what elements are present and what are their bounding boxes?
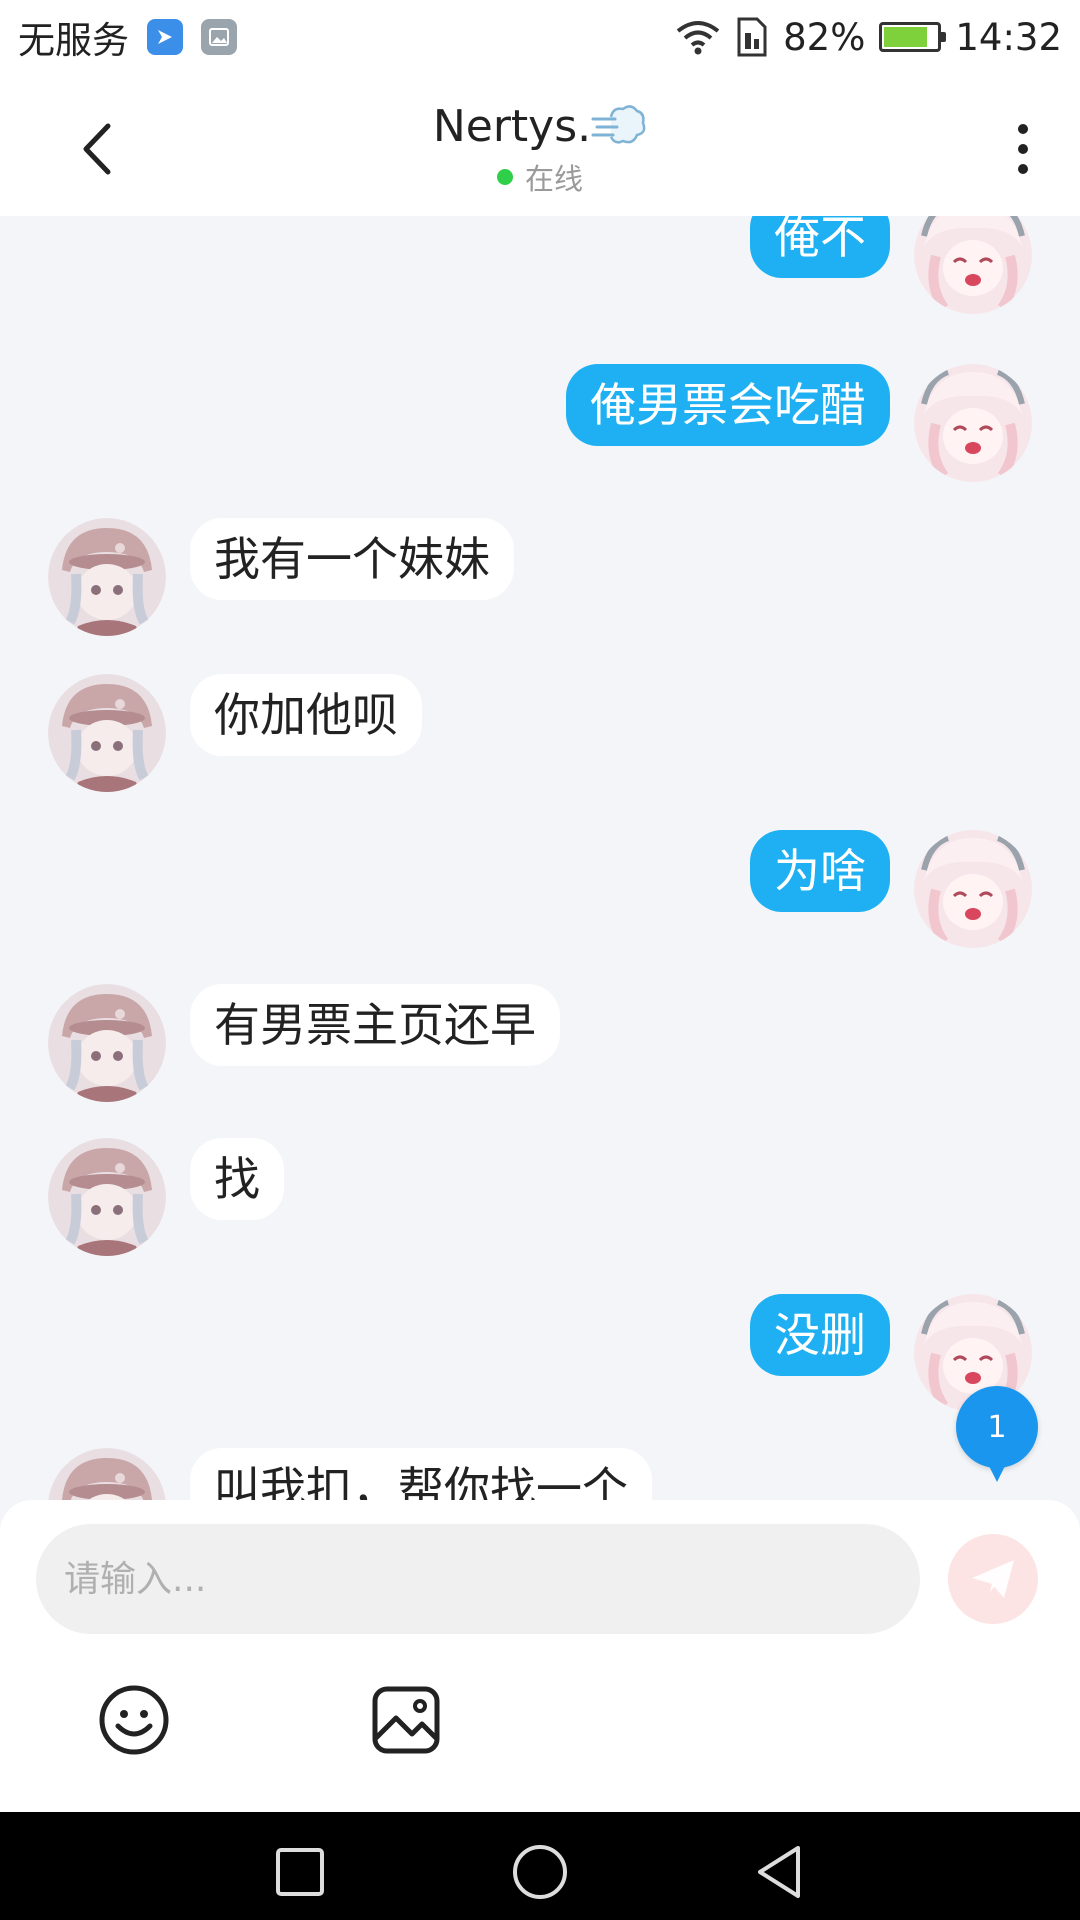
home-icon[interactable] xyxy=(510,1842,570,1902)
clock: 14:32 xyxy=(955,15,1062,59)
battery-percent: 82% xyxy=(783,15,866,59)
message-row: 我有一个妹妹 xyxy=(48,518,514,636)
system-nav-bar xyxy=(0,1812,1080,1920)
gallery-notify-icon xyxy=(201,19,237,55)
app-notify-icon xyxy=(147,19,183,55)
contact-avatar[interactable] xyxy=(48,1138,166,1256)
emoji-icon[interactable] xyxy=(98,1684,170,1756)
message-bubble[interactable]: 你加他呗 xyxy=(190,674,422,756)
send-button[interactable] xyxy=(948,1534,1038,1624)
message-bubble[interactable]: 有男票主页还早 xyxy=(190,984,560,1066)
contact-avatar[interactable] xyxy=(48,674,166,792)
message-row: 有男票主页还早 xyxy=(48,984,560,1102)
battery-icon xyxy=(879,22,947,52)
message-row: 俺男票会吃醋 xyxy=(566,364,1032,482)
back-arrow-icon[interactable] xyxy=(72,114,122,184)
chat-header: Nertys. 在线 xyxy=(0,74,1080,216)
contact-avatar[interactable] xyxy=(48,518,166,636)
sim-icon xyxy=(737,17,767,57)
online-status: 在线 xyxy=(524,161,583,196)
recent-apps-icon[interactable] xyxy=(270,1842,330,1902)
message-bubble[interactable]: 叫我扣，帮你找一个 xyxy=(190,1448,652,1500)
message-input[interactable] xyxy=(36,1524,920,1634)
title-block: Nertys. 在线 xyxy=(433,101,647,198)
more-options-icon[interactable] xyxy=(1008,114,1038,184)
carrier-text: 无服务 xyxy=(18,19,129,62)
wifi-icon xyxy=(676,21,720,55)
online-dot xyxy=(496,168,513,185)
my-avatar[interactable] xyxy=(914,216,1032,314)
my-avatar[interactable] xyxy=(914,364,1032,482)
input-panel xyxy=(0,1500,1080,1812)
message-bubble[interactable]: 俺男票会吃醋 xyxy=(566,364,890,446)
chat-title: Nertys. xyxy=(432,100,592,152)
send-icon xyxy=(972,1560,1014,1598)
message-bubble[interactable]: 找 xyxy=(190,1138,284,1220)
message-list[interactable]: 俺不 俺男票会吃醋 我有一个妹妹 你加他呗 为啥 有男票主页还早 找 没删 叫我… xyxy=(0,216,1080,1500)
message-row: 叫我扣，帮你找一个 xyxy=(48,1448,652,1500)
contact-avatar[interactable] xyxy=(48,984,166,1102)
message-bubble[interactable]: 俺不 xyxy=(750,216,890,278)
message-row: 找 xyxy=(48,1138,284,1256)
message-bubble[interactable]: 没删 xyxy=(750,1294,890,1376)
message-bubble[interactable]: 为啥 xyxy=(750,830,890,912)
contact-avatar[interactable] xyxy=(48,1448,166,1500)
message-bubble[interactable]: 我有一个妹妹 xyxy=(190,518,514,600)
message-row: 为啥 xyxy=(750,830,1032,948)
image-icon[interactable] xyxy=(370,1684,442,1756)
message-row: 俺不 xyxy=(750,216,1032,314)
battery-level xyxy=(884,27,927,47)
back-nav-icon[interactable] xyxy=(750,1842,810,1902)
dash-cloud-icon xyxy=(591,105,646,144)
my-avatar[interactable] xyxy=(914,830,1032,948)
message-row: 你加他呗 xyxy=(48,674,422,792)
unread-badge[interactable]: 1 xyxy=(956,1386,1038,1482)
status-bar: 无服务 82% 14:32 xyxy=(0,0,1080,74)
